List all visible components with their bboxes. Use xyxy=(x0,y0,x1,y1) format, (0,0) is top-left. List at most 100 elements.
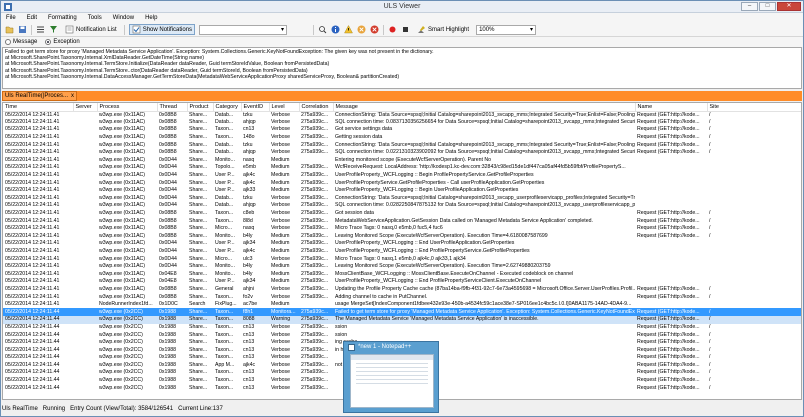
table-row[interactable]: 05/22/2014 12:24:11.41 w3wp.exe (0x11AC) 0… xyxy=(3,278,801,286)
column-header-product[interactable]: Product xyxy=(187,103,214,112)
table-row[interactable]: 05/22/2014 12:24:11.41 w3wp.exe (0x11AC) 0… xyxy=(3,293,801,301)
zoom-combo[interactable]: 100% ▾ xyxy=(476,24,537,35)
column-header-thread[interactable]: Thread xyxy=(157,103,188,112)
table-row[interactable]: 05/22/2014 12:24:11.41 w3wp.exe (0x11AC) 0… xyxy=(3,255,801,263)
column-header-time[interactable]: Time xyxy=(3,103,74,112)
table-row[interactable]: 05/22/2014 12:24:11.44 w3wp.exe (0x2CC) 0x… xyxy=(3,316,801,324)
info-icon[interactable] xyxy=(331,25,340,34)
table-row[interactable]: 05/22/2014 12:24:11.41 NodeRunnerIndex1fd… xyxy=(3,301,801,309)
filter-combo[interactable]: ▾ xyxy=(199,24,288,35)
column-header-eventid[interactable]: EventID xyxy=(241,103,270,112)
notification-list-button[interactable]: Notification List xyxy=(62,24,120,35)
column-header-site[interactable]: Site xyxy=(707,103,801,112)
table-row[interactable]: 05/22/2014 12:24:11.41 w3wp.exe (0x11AC) 0… xyxy=(3,240,801,248)
cell-name: Request (GET:http://kode... xyxy=(637,126,700,133)
menu-edit[interactable]: Edit xyxy=(27,15,37,21)
pause-icon[interactable] xyxy=(401,25,410,34)
table-row[interactable]: 05/22/2014 12:24:11.41 w3wp.exe (0x11AC) 0… xyxy=(3,164,801,172)
cell-thread: 0x0D44 xyxy=(159,255,177,262)
exception-radio[interactable]: Exception xyxy=(45,39,80,45)
table-row[interactable]: 05/22/2014 12:24:11.41 w3wp.exe (0x11AC) 0… xyxy=(3,126,801,134)
cell-thread: 0x08B8 xyxy=(159,134,177,141)
cell-server xyxy=(73,187,97,195)
cell-time: 05/22/2014 12:24:11.41 xyxy=(5,202,60,209)
filter-icon[interactable] xyxy=(49,25,58,34)
cell-eventid: nasq xyxy=(243,156,255,163)
open-file-icon[interactable] xyxy=(5,25,14,34)
table-row[interactable]: 05/22/2014 12:24:11.41 w3wp.exe (0x11AC) 0… xyxy=(3,172,801,180)
cell-time: 05/22/2014 12:24:11.41 xyxy=(5,210,60,217)
cell-eventid: f8h1 xyxy=(241,308,269,317)
column-header-message[interactable]: Message xyxy=(333,103,636,112)
cell-thread: 0x08B8 xyxy=(159,149,177,156)
table-row[interactable]: 05/22/2014 12:24:11.44 w3wp.exe (0x2CC) 0x… xyxy=(3,323,801,332)
taskbar-thumbnail[interactable]: *new 1 - Notepad++ xyxy=(343,341,439,413)
table-row[interactable]: 05/22/2014 12:24:11.41 w3wp.exe (0x11AC) 0… xyxy=(3,149,801,157)
cell-site xyxy=(707,172,801,180)
menu-help[interactable]: Help xyxy=(145,15,157,21)
column-header-correlation[interactable]: Correlation xyxy=(299,103,334,112)
table-row[interactable]: 05/22/2014 12:24:11.41 w3wp.exe (0x11AC) 0… xyxy=(3,156,801,165)
table-row[interactable]: 05/22/2014 12:24:11.41 w3wp.exe (0x11AC) 0… xyxy=(3,202,801,210)
show-notifications-button[interactable]: Show Notifications xyxy=(128,24,196,35)
warning-icon[interactable] xyxy=(344,25,353,34)
cell-site: / xyxy=(709,126,711,133)
cell-correlation: 275a939c... xyxy=(301,240,329,247)
cell-thread: 0x1988 xyxy=(159,323,177,330)
table-row[interactable]: 05/22/2014 12:24:11.41 w3wp.exe (0x11AC) 0… xyxy=(3,233,801,241)
column-header-level[interactable]: Level xyxy=(269,103,300,112)
table-row[interactable]: 05/22/2014 12:24:11.41 w3wp.exe (0x11AC) 0… xyxy=(3,119,801,127)
cell-level: Verbose xyxy=(271,285,291,292)
cell-level: Verbose xyxy=(271,202,291,209)
table-row[interactable]: 05/22/2014 12:24:11.41 w3wp.exe (0x11AC) 0… xyxy=(3,217,801,225)
cell-server xyxy=(73,248,97,256)
cell-process: w3wp.exe (0x11AC) xyxy=(99,240,146,247)
table-row[interactable]: 05/22/2014 12:24:11.41 w3wp.exe (0x11AC) 0… xyxy=(3,179,801,187)
exception-detail-pane[interactable]: Failed to get term store for proxy 'Mana… xyxy=(2,47,802,89)
smart-highlight-label: Smart Highlight xyxy=(428,26,470,33)
table-row[interactable]: 05/22/2014 12:24:11.41 w3wp.exe (0x11AC) 0… xyxy=(3,225,801,233)
table-row[interactable]: 05/22/2014 12:24:11.41 w3wp.exe (0x11AC) 0… xyxy=(3,285,801,294)
cell-correlation xyxy=(299,157,333,165)
cell-thread: 0x1988 xyxy=(159,339,177,346)
minimize-button[interactable]: – xyxy=(741,2,758,11)
cell-eventid: 8l8d xyxy=(243,217,253,224)
error-icon[interactable] xyxy=(370,25,379,34)
table-row[interactable]: 05/22/2014 12:24:11.41 w3wp.exe (0x11AC) 0… xyxy=(3,195,801,203)
menu-tools[interactable]: Tools xyxy=(88,15,102,21)
menu-window[interactable]: Window xyxy=(113,15,134,21)
table-row[interactable]: 05/22/2014 12:24:11.41 w3wp.exe (0x11AC) 0… xyxy=(3,270,801,278)
maximize-button[interactable]: □ xyxy=(759,2,776,11)
smart-highlight-button[interactable]: Smart Highlight xyxy=(414,24,472,35)
table-row[interactable]: 05/22/2014 12:24:11.41 w3wp.exe (0x11AC) 0… xyxy=(3,141,801,149)
cell-server xyxy=(73,240,97,248)
table-row[interactable]: 05/22/2014 12:24:11.41 w3wp.exe (0x11AC) 0… xyxy=(3,111,801,119)
column-header-name[interactable]: Name xyxy=(635,103,708,112)
column-header-server[interactable]: Server xyxy=(73,103,98,112)
column-header-category[interactable]: Category xyxy=(213,103,242,112)
cell-thread: 0x0D44 xyxy=(159,164,177,171)
message-radio[interactable]: Message xyxy=(5,39,37,45)
message-radio-label: Message xyxy=(13,39,38,45)
table-row[interactable]: 05/22/2014 12:24:11.41 w3wp.exe (0x11AC) 0… xyxy=(3,248,801,256)
menu-file[interactable]: File xyxy=(6,15,16,21)
table-row[interactable]: 05/22/2014 12:24:11.44 w3wp.exe (0x2CC) 0x… xyxy=(3,308,801,317)
column-header-process[interactable]: Process xyxy=(97,103,158,112)
close-button[interactable]: ✕ xyxy=(777,2,801,11)
save-icon[interactable] xyxy=(18,25,27,34)
menu-formatting[interactable]: Formatting xyxy=(48,15,77,21)
table-row[interactable]: 05/22/2014 12:24:11.41 w3wp.exe (0x11AC) 0… xyxy=(3,210,801,218)
tab-uls-realtime[interactable]: Uls RealTime(|Proces... x xyxy=(2,91,78,101)
critical-icon[interactable] xyxy=(357,25,366,34)
close-icon[interactable]: x xyxy=(71,92,74,100)
toolbar: Notification List Show Notifications ▾ S… xyxy=(1,23,803,37)
table-row[interactable]: 05/22/2014 12:24:11.41 w3wp.exe (0x11AC) 0… xyxy=(3,263,801,271)
cell-product: Share... xyxy=(189,293,208,300)
record-icon[interactable] xyxy=(388,25,397,34)
find-icon[interactable] xyxy=(318,25,327,34)
table-row[interactable]: 05/22/2014 12:24:11.41 w3wp.exe (0x11AC) 0… xyxy=(3,187,801,195)
list-icon[interactable] xyxy=(36,25,45,34)
table-row[interactable]: 05/22/2014 12:24:11.44 w3wp.exe (0x2CC) 0x… xyxy=(3,331,801,339)
table-row[interactable]: 05/22/2014 12:24:11.41 w3wp.exe (0x11AC) 0… xyxy=(3,134,801,142)
title-bar[interactable]: ULS Viewer – □ ✕ xyxy=(1,1,803,13)
